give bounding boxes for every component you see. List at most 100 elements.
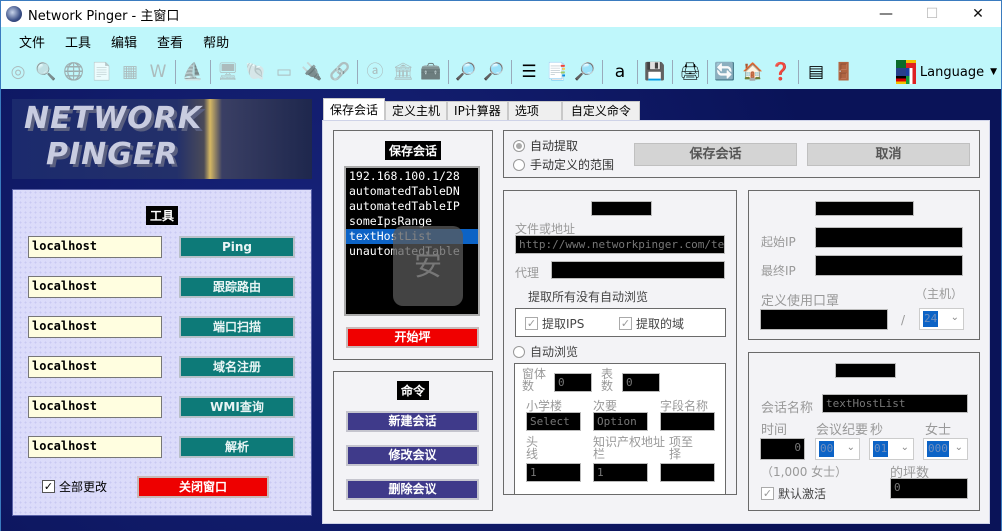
app-window: Network Pinger - 主窗口 — ☐ ✕ 文件 工具 编辑 查看 帮… xyxy=(0,0,1002,531)
start-ip-input[interactable] xyxy=(815,227,963,248)
host-input[interactable]: localhost xyxy=(28,436,162,458)
tab-define-host[interactable]: 定义主机 xyxy=(385,101,448,120)
minutes-select[interactable]: 00 ⌄ xyxy=(815,438,860,460)
start-ping-button[interactable]: 开始坪 xyxy=(346,327,479,348)
field-name-input[interactable] xyxy=(660,412,715,431)
connector-icon[interactable]: 🔗 xyxy=(327,59,353,85)
menu-edit[interactable]: 编辑 xyxy=(101,32,147,51)
school-select[interactable]: Select xyxy=(526,412,581,431)
menu-bar: 文件 工具 编辑 查看 帮助 xyxy=(1,27,1001,55)
shell-icon[interactable]: 🐚 xyxy=(243,59,269,85)
tool-action-button[interactable]: 解析 xyxy=(179,436,295,458)
session-list-item[interactable]: 192.168.100.1/28 xyxy=(346,169,478,184)
default-active-checkbox[interactable]: ✓ 默认激活 xyxy=(761,485,826,502)
copy-icon[interactable]: 📑 xyxy=(544,59,570,85)
manual-range-radio[interactable]: 手动定义的范围 xyxy=(513,156,614,173)
host-input[interactable]: localhost xyxy=(28,236,162,258)
ping-count-input[interactable]: 0 xyxy=(890,478,968,499)
session-list-item[interactable]: automatedTableDN xyxy=(346,184,478,199)
tool-action-button[interactable]: 跟踪路由 xyxy=(179,276,295,298)
tab-ip-calculator[interactable]: IP计算器 xyxy=(447,101,508,120)
letter-a-icon[interactable]: ⓐ xyxy=(362,59,388,85)
network-computer-icon[interactable]: 🖥 xyxy=(215,59,241,85)
window-count-input[interactable]: 0 xyxy=(554,373,592,392)
zoom-info-icon[interactable]: 🔎 xyxy=(481,59,507,85)
terminal-icon[interactable]: ▭ xyxy=(271,59,297,85)
session-name-input[interactable]: textHostList xyxy=(822,394,968,413)
table-count-input[interactable]: 0 xyxy=(622,373,660,392)
close-button[interactable]: ✕ xyxy=(955,1,1001,27)
new-session-button[interactable]: 新建会话 xyxy=(346,411,479,432)
www-icon[interactable]: 🌐 xyxy=(61,59,87,85)
find-icon[interactable]: 🔎 xyxy=(572,59,598,85)
ms-select[interactable]: 000 ⌄ xyxy=(923,438,968,460)
plug-icon[interactable]: 🔌 xyxy=(299,59,325,85)
menu-view[interactable]: 查看 xyxy=(147,32,193,51)
file-address-input[interactable]: http://www.networkpinger.com/testin xyxy=(515,235,725,254)
screen-icon[interactable]: ▤ xyxy=(803,59,829,85)
tools-icon[interactable]: 🧰 xyxy=(418,59,444,85)
font-icon[interactable]: a xyxy=(607,59,633,85)
proxy-input[interactable] xyxy=(551,261,725,279)
close-window-button[interactable]: 关闭窗口 xyxy=(137,476,269,498)
maximize-button[interactable]: ☐ xyxy=(909,1,955,27)
item-select-input[interactable] xyxy=(660,463,715,482)
ship-icon[interactable]: ⛵ xyxy=(180,59,206,85)
tool-action-button[interactable]: 端口扫描 xyxy=(179,316,295,338)
list-icon[interactable]: ☰ xyxy=(516,59,542,85)
host-input[interactable]: localhost xyxy=(28,356,162,378)
menu-tools[interactable]: 工具 xyxy=(55,32,101,51)
ping-target-icon[interactable]: ◎ xyxy=(5,59,31,85)
toolbar: ◎ 🔍 🌐 📄 ▦ W ⛵ 🖥 🐚 ▭ 🔌 🔗 ⓐ 🏛 🧰 🔎 🔎 ☰ 📑 🔎 a 💾 🖨 🔄 🏠 ❓ ▤ 🚪 xyxy=(1,55,1001,89)
print-icon[interactable]: 🖨 xyxy=(677,59,703,85)
document-search-icon[interactable]: 📄 xyxy=(89,59,115,85)
host-input[interactable]: localhost xyxy=(28,316,162,338)
help-icon[interactable]: ❓ xyxy=(768,59,794,85)
host-input[interactable]: localhost xyxy=(28,396,162,418)
auto-browse-radio[interactable]: 自动浏览 xyxy=(513,343,578,360)
grid-icon[interactable]: ▦ xyxy=(117,59,143,85)
tab-saved-sessions[interactable]: 保存会话 xyxy=(323,98,386,120)
cancel-button[interactable]: 取消 xyxy=(807,143,970,166)
ip-address-column-input[interactable]: 1 xyxy=(593,463,648,482)
home-icon[interactable]: 🏠 xyxy=(740,59,766,85)
toolbar-separator xyxy=(210,60,211,84)
time-input[interactable]: 0 xyxy=(760,438,805,460)
toolbar-separator xyxy=(357,60,358,84)
menu-file[interactable]: 文件 xyxy=(9,32,55,51)
zoom-out-icon[interactable]: 🔎 xyxy=(453,59,479,85)
tool-action-button[interactable]: Ping xyxy=(179,236,295,258)
seconds-select[interactable]: 01 ⌄ xyxy=(869,438,914,460)
session-list-item[interactable]: automatedTableIP xyxy=(346,199,478,214)
toolbar-separator xyxy=(448,60,449,84)
tool-action-button[interactable]: WMI查询 xyxy=(179,396,295,418)
mask-bits-select[interactable]: 24 ⌄ xyxy=(919,308,964,330)
minutes-value: 00 xyxy=(819,441,835,457)
auto-extract-radio[interactable]: 自动提取 xyxy=(513,137,578,154)
host-input[interactable]: localhost xyxy=(28,276,162,298)
change-all-checkbox[interactable]: ✓ 全部更改 xyxy=(42,478,107,495)
bank-icon[interactable]: 🏛 xyxy=(390,59,416,85)
extract-domains-checkbox[interactable]: ✓ 提取的域 xyxy=(619,315,684,332)
tab-custom-commands[interactable]: 自定义命令 xyxy=(561,101,640,120)
refresh-icon[interactable]: 🔄 xyxy=(712,59,738,85)
mask-input[interactable] xyxy=(760,309,888,330)
end-ip-input[interactable] xyxy=(815,255,963,276)
window-count-label: 窗体数 xyxy=(522,367,547,393)
extract-ips-checkbox[interactable]: ✓ 提取IPS xyxy=(525,315,584,332)
search-globe-icon[interactable]: 🔍 xyxy=(33,59,59,85)
save-icon[interactable]: 💾 xyxy=(642,59,668,85)
head-line-label: 头线 xyxy=(526,435,539,461)
secondary-select[interactable]: Option xyxy=(593,412,648,431)
save-session-button[interactable]: 保存会话 xyxy=(634,143,797,166)
tool-action-button[interactable]: 域名注册 xyxy=(179,356,295,378)
minimize-button[interactable]: — xyxy=(863,1,909,27)
language-dropdown[interactable]: Language ▼ xyxy=(895,58,997,86)
wmi-icon[interactable]: W xyxy=(145,59,171,85)
tab-options[interactable]: 选项 xyxy=(507,101,562,120)
exit-icon[interactable]: 🚪 xyxy=(831,59,857,85)
delete-session-button[interactable]: 删除会议 xyxy=(346,479,479,500)
menu-help[interactable]: 帮助 xyxy=(193,32,239,51)
modify-session-button[interactable]: 修改会议 xyxy=(346,445,479,466)
head-line-input[interactable]: 1 xyxy=(526,463,581,482)
